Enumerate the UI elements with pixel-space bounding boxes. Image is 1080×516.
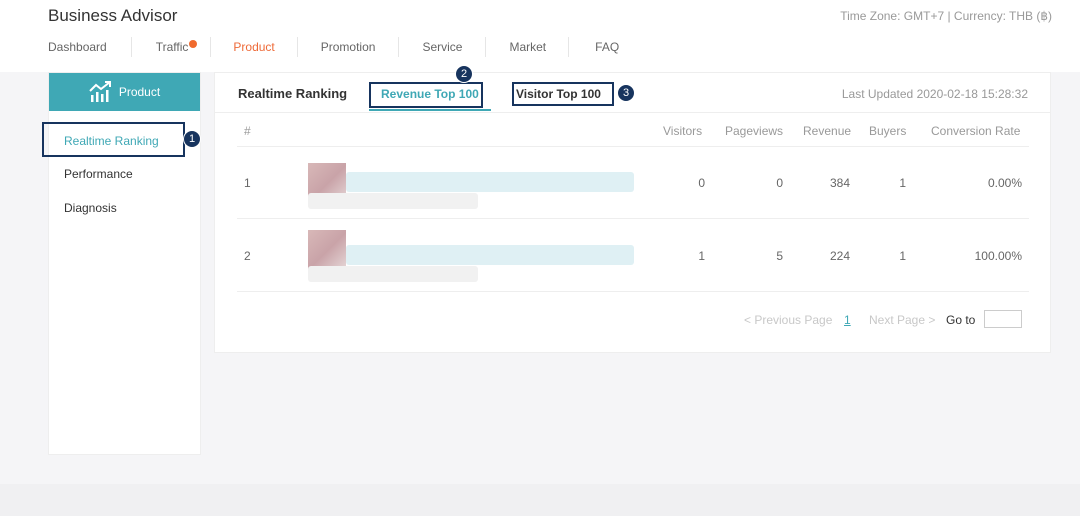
row-buyers: 1 <box>899 176 906 190</box>
main-nav: Dashboard Traffic Product Promotion Serv… <box>48 37 619 57</box>
annotation-badge-1: 1 <box>183 130 201 148</box>
col-header-visitors: Visitors <box>663 124 703 138</box>
product-meta-blurred <box>308 266 478 282</box>
row-revenue: 384 <box>829 176 850 190</box>
highlight-box-visitor-top-100 <box>512 82 614 106</box>
product-name-blurred <box>346 245 634 265</box>
nav-divider <box>568 37 570 57</box>
row-conversion-rate: 0.00% <box>987 176 1022 190</box>
annotation-badge-2: 2 <box>455 65 473 83</box>
product-name-blurred <box>346 172 634 192</box>
nav-divider <box>130 37 132 57</box>
pagination-page-1[interactable]: 1 <box>844 313 851 327</box>
row-pageviews: 0 <box>776 176 783 190</box>
nav-divider <box>296 37 298 57</box>
col-header-pageviews: Pageviews <box>725 124 784 138</box>
sidebar-item-diagnosis[interactable]: Diagnosis <box>64 201 117 215</box>
nav-market[interactable]: Market <box>509 40 546 54</box>
top-bar: Business Advisor Time Zone: GMT+7 | Curr… <box>0 0 1080 72</box>
col-header-rank: # <box>244 124 251 138</box>
col-header-revenue: Revenue <box>803 124 852 138</box>
app-title: Business Advisor <box>48 6 178 25</box>
nav-faq[interactable]: FAQ <box>595 40 619 54</box>
timezone-currency: Time Zone: GMT+7 | Currency: THB (฿) <box>840 9 1052 23</box>
annotation-badge-3: 3 <box>617 84 635 102</box>
sidebar-header[interactable]: Product <box>49 73 200 111</box>
row-divider <box>237 291 1029 292</box>
page-footer-band <box>0 484 1080 516</box>
tab-realtime-ranking[interactable]: Realtime Ranking <box>238 86 347 101</box>
last-updated: Last Updated 2020-02-18 15:28:32 <box>841 87 1028 101</box>
row-visitors: 0 <box>698 176 705 190</box>
sidebar-header-label: Product <box>118 85 161 99</box>
row-buyers: 1 <box>899 249 906 263</box>
goto-page-input[interactable] <box>984 310 1022 328</box>
row-visitors: 1 <box>698 249 705 263</box>
nav-divider <box>485 37 487 57</box>
row-conversion-rate: 100.00% <box>974 249 1022 263</box>
pagination-next[interactable]: Next Page > <box>869 313 935 327</box>
col-header-buyers: Buyers <box>869 124 907 138</box>
nav-traffic-label: Traffic <box>155 40 189 54</box>
notification-dot <box>189 40 198 48</box>
nav-promotion[interactable]: Promotion <box>321 40 376 54</box>
nav-divider <box>398 37 400 57</box>
row-rank: 1 <box>244 176 251 190</box>
col-header-conversion-rate: Conversion Rate <box>931 124 1021 138</box>
nav-product[interactable]: Product <box>233 40 274 54</box>
highlight-box-revenue-top-100 <box>369 82 483 108</box>
row-revenue: 224 <box>829 249 850 263</box>
ranking-panel: Realtime Ranking Revenue Top 100 Visitor… <box>214 72 1051 353</box>
goto-label: Go to <box>946 313 976 327</box>
nav-divider <box>210 37 212 57</box>
sidebar-item-performance[interactable]: Performance <box>64 167 133 181</box>
active-tab-underline <box>369 109 491 111</box>
product-meta-blurred <box>308 193 478 209</box>
chart-trend-icon <box>89 81 111 102</box>
nav-traffic[interactable]: Traffic <box>155 40 198 54</box>
highlight-box-realtime-ranking <box>42 122 185 157</box>
row-rank: 2 <box>244 249 251 263</box>
row-divider <box>237 218 1029 219</box>
row-pageviews: 5 <box>776 249 783 263</box>
row-divider <box>237 146 1029 147</box>
nav-dashboard[interactable]: Dashboard <box>48 40 107 54</box>
nav-service[interactable]: Service <box>422 40 462 54</box>
pagination-previous[interactable]: < Previous Page <box>744 313 832 327</box>
